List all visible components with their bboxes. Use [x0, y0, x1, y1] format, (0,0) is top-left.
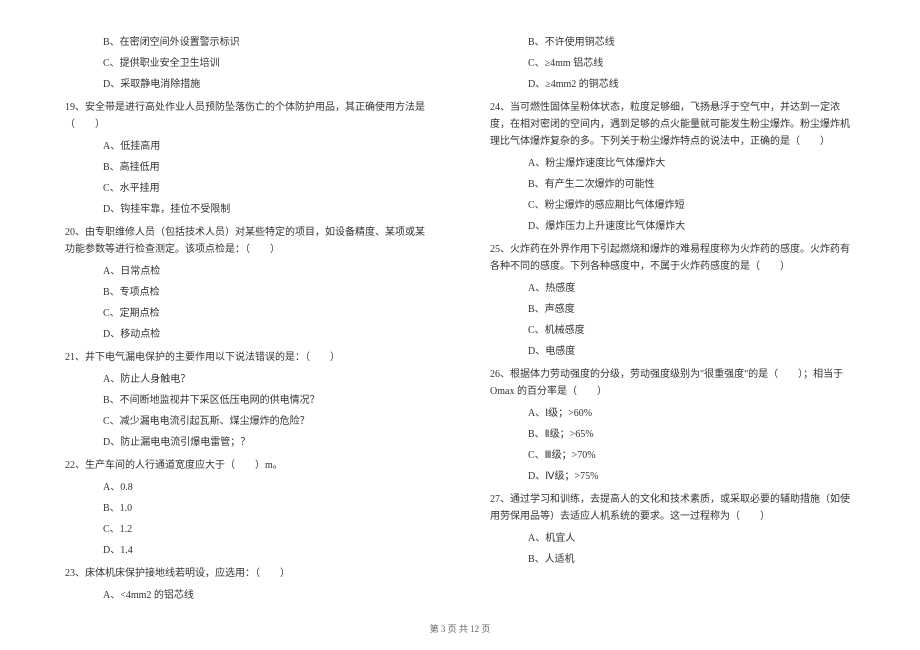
q25-option-b: B、声感度 [528, 302, 855, 318]
q22-option-b: B、1.0 [103, 501, 430, 517]
q18-option-b: B、在密闭空间外设置警示标识 [103, 35, 430, 51]
q21-stem: 21、井下电气漏电保护的主要作用以下说法错误的是：（ ） [65, 349, 430, 366]
q25-stem: 25、火炸药在外界作用下引起燃烧和爆炸的难易程度称为火炸药的感度。火炸药有各种不… [490, 241, 855, 275]
q23-option-d: D、≥4mm2 的铜芯线 [528, 77, 855, 93]
q22-stem: 22、生产车间的人行通道宽度应大于（ ）m。 [65, 457, 430, 474]
q19-option-a: A、低挂高用 [103, 139, 430, 155]
q26-stem: 26、根据体力劳动强度的分级，劳动强度级别为"很重强度"的是（ ）；相当于 Om… [490, 366, 855, 400]
right-column: B、不许使用铜芯线 C、≥4mm 铝芯线 D、≥4mm2 的铜芯线 24、当可燃… [460, 30, 870, 600]
page-container: B、在密闭空间外设置警示标识 C、提供职业安全卫生培训 D、采取静电消除措施 1… [0, 0, 920, 620]
q26-option-d: D、Ⅳ级；>75% [528, 469, 855, 485]
q27-stem: 27、通过学习和训练，去提高人的文化和技术素质，或采取必要的辅助措施（如使用劳保… [490, 491, 855, 525]
q18-option-c: C、提供职业安全卫生培训 [103, 56, 430, 72]
q24-option-d: D、爆炸压力上升速度比气体爆炸大 [528, 219, 855, 235]
q22-option-a: A、0.8 [103, 480, 430, 496]
q25-option-c: C、机械感度 [528, 323, 855, 339]
page-footer: 第 3 页 共 12 页 [0, 622, 920, 635]
q20-option-a: A、日常点检 [103, 264, 430, 280]
q19-option-d: D、钩挂牢靠，挂位不受限制 [103, 202, 430, 218]
q24-option-b: B、有产生二次爆炸的可能性 [528, 177, 855, 193]
q22-option-d: D、1.4 [103, 543, 430, 559]
q18-option-d: D、采取静电消除措施 [103, 77, 430, 93]
q25-option-a: A、热感度 [528, 281, 855, 297]
q20-option-d: D、移动点检 [103, 327, 430, 343]
left-column: B、在密闭空间外设置警示标识 C、提供职业安全卫生培训 D、采取静电消除措施 1… [50, 30, 460, 600]
q19-option-b: B、高挂低用 [103, 160, 430, 176]
q23-stem: 23、床体机床保护接地线若明设，应选用：（ ） [65, 565, 430, 582]
q21-option-b: B、不间断地监视井下采区低压电网的供电情况？ [103, 393, 430, 409]
q23-option-a: A、<4mm2 的铝芯线 [103, 588, 430, 604]
q26-option-a: A、Ⅰ级；>60% [528, 406, 855, 422]
q21-option-a: A、防止人身触电？ [103, 372, 430, 388]
q19-stem: 19、安全带是进行高处作业人员预防坠落伤亡的个体防护用品，其正确使用方法是（ ） [65, 99, 430, 133]
q24-option-c: C、粉尘爆炸的感应期比气体爆炸短 [528, 198, 855, 214]
q27-option-b: B、人适机 [528, 552, 855, 568]
q20-option-c: C、定期点检 [103, 306, 430, 322]
q26-option-b: B、Ⅱ级；>65% [528, 427, 855, 443]
q23-option-b: B、不许使用铜芯线 [528, 35, 855, 51]
q20-stem: 20、由专职维修人员（包括技术人员）对某些特定的项目，如设备精度、某项或某功能参… [65, 224, 430, 258]
q25-option-d: D、电感度 [528, 344, 855, 360]
q22-option-c: C、1.2 [103, 522, 430, 538]
q19-option-c: C、水平挂用 [103, 181, 430, 197]
q24-stem: 24、当可燃性固体呈粉体状态，粒度足够细，飞扬悬浮于空气中，并达到一定浓度，在相… [490, 99, 855, 150]
q23-option-c: C、≥4mm 铝芯线 [528, 56, 855, 72]
q26-option-c: C、Ⅲ级；>70% [528, 448, 855, 464]
q20-option-b: B、专项点检 [103, 285, 430, 301]
q27-option-a: A、机宜人 [528, 531, 855, 547]
q21-option-c: C、减少漏电电流引起瓦斯、煤尘爆炸的危险？ [103, 414, 430, 430]
q21-option-d: D、防止漏电电流引爆电雷管；？ [103, 435, 430, 451]
q24-option-a: A、粉尘爆炸速度比气体爆炸大 [528, 156, 855, 172]
